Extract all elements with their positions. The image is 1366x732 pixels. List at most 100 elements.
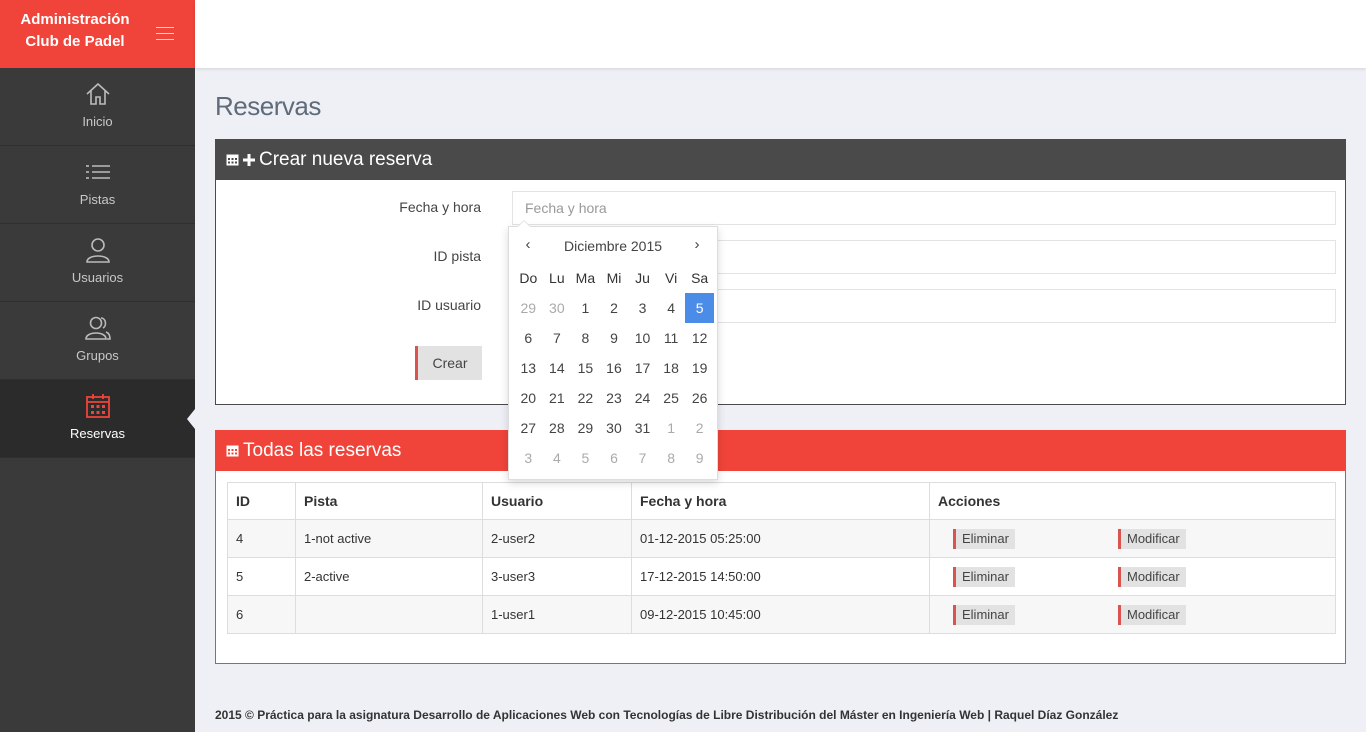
prev-month-button[interactable]: ‹ bbox=[516, 236, 540, 253]
reservations-list-panel: Todas las reservas ID Pista Usuario Fech… bbox=[215, 430, 1346, 664]
day-cell[interactable]: 29 bbox=[571, 413, 600, 443]
day-cell[interactable]: 13 bbox=[514, 353, 543, 383]
day-cell[interactable]: 11 bbox=[657, 323, 686, 353]
sidebar-item-usuarios[interactable]: Usuarios bbox=[0, 224, 195, 302]
sidebar-item-pistas[interactable]: Pistas bbox=[0, 146, 195, 224]
day-cell[interactable]: 28 bbox=[543, 413, 572, 443]
day-cell-other-month[interactable]: 2 bbox=[685, 413, 714, 443]
day-cell[interactable]: 18 bbox=[657, 353, 686, 383]
usuario-label: ID usuario bbox=[417, 297, 481, 313]
week-row: 3456789 bbox=[514, 443, 714, 473]
footer-text: 2015 © Práctica para la asignatura Desar… bbox=[215, 708, 1119, 722]
calendar-icon bbox=[226, 154, 239, 166]
day-cell-other-month[interactable]: 9 bbox=[685, 443, 714, 473]
datepicker-month[interactable]: Diciembre 2015 bbox=[539, 238, 687, 254]
day-cell[interactable]: 3 bbox=[628, 293, 657, 323]
cell-id: 5 bbox=[227, 557, 296, 596]
day-cell[interactable]: 7 bbox=[543, 323, 572, 353]
cell-usuario: 2-user2 bbox=[482, 519, 632, 558]
day-cell[interactable]: 19 bbox=[685, 353, 714, 383]
day-cell-other-month[interactable]: 3 bbox=[514, 443, 543, 473]
day-cell-other-month[interactable]: 4 bbox=[543, 443, 572, 473]
day-cell[interactable]: 12 bbox=[685, 323, 714, 353]
day-cell[interactable]: 8 bbox=[571, 323, 600, 353]
day-cell[interactable]: 25 bbox=[657, 383, 686, 413]
day-cell[interactable]: 16 bbox=[600, 353, 629, 383]
week-row: 27 28 29 30 31 1 2 bbox=[514, 413, 714, 443]
day-cell[interactable]: 15 bbox=[571, 353, 600, 383]
cell-id: 4 bbox=[227, 519, 296, 558]
weekday-row: Do Lu Ma Mi Ju Vi Sa bbox=[514, 263, 714, 293]
column-header: Usuario bbox=[482, 482, 632, 520]
next-month-button[interactable]: › bbox=[685, 236, 709, 253]
edit-button[interactable]: Modificar bbox=[1118, 528, 1186, 549]
day-cell-other-month[interactable]: 8 bbox=[657, 443, 686, 473]
edit-button[interactable]: Modificar bbox=[1118, 604, 1186, 625]
day-cell-other-month[interactable]: 6 bbox=[600, 443, 629, 473]
day-cell-selected[interactable]: 5 bbox=[685, 293, 714, 323]
day-cell[interactable]: 21 bbox=[543, 383, 572, 413]
users-icon bbox=[85, 316, 111, 340]
day-cell[interactable]: 24 bbox=[628, 383, 657, 413]
day-cell-other-month[interactable]: 5 bbox=[571, 443, 600, 473]
top-bar bbox=[195, 0, 1366, 68]
week-row: 29 30 1 2 3 4 5 bbox=[514, 293, 714, 323]
day-cell[interactable]: 2 bbox=[600, 293, 629, 323]
panel-header: Todas las reservas bbox=[216, 431, 1345, 471]
table-row: 4 1-not active 2-user2 01-12-2015 05:25:… bbox=[227, 519, 1336, 558]
day-cell[interactable]: 17 bbox=[628, 353, 657, 383]
day-cell-other-month[interactable]: 7 bbox=[628, 443, 657, 473]
menu-toggle-icon[interactable] bbox=[156, 27, 174, 41]
list-icon bbox=[86, 165, 110, 179]
day-cell[interactable]: 30 bbox=[600, 413, 629, 443]
sidebar: Inicio Pistas Usuarios Grupos Reservas bbox=[0, 68, 195, 732]
edit-button[interactable]: Modificar bbox=[1118, 566, 1186, 587]
sidebar-item-label: Pistas bbox=[79, 192, 116, 207]
day-cell[interactable]: 23 bbox=[600, 383, 629, 413]
form-row-pista: ID pista bbox=[216, 240, 1345, 274]
weekday-label: Lu bbox=[549, 270, 565, 286]
day-cell[interactable]: 4 bbox=[657, 293, 686, 323]
weekday-label: Ma bbox=[575, 270, 596, 286]
day-cell-other-month[interactable]: 30 bbox=[543, 293, 572, 323]
day-cell[interactable]: 20 bbox=[514, 383, 543, 413]
day-cell[interactable]: 22 bbox=[571, 383, 600, 413]
column-header: Acciones bbox=[929, 482, 1336, 520]
week-row: 20 21 22 23 24 25 26 bbox=[514, 383, 714, 413]
day-cell[interactable]: 26 bbox=[685, 383, 714, 413]
day-cell[interactable]: 6 bbox=[514, 323, 543, 353]
brand-header: Administración Club de Padel bbox=[0, 0, 195, 68]
cell-actions: Eliminar Modificar bbox=[929, 519, 1336, 558]
day-cell[interactable]: 27 bbox=[514, 413, 543, 443]
app-title[interactable]: Administración Club de Padel bbox=[0, 9, 150, 53]
day-cell[interactable]: 31 bbox=[628, 413, 657, 443]
sidebar-item-grupos[interactable]: Grupos bbox=[0, 302, 195, 380]
fecha-input[interactable] bbox=[512, 191, 1336, 225]
datepicker-header: ‹ Diciembre 2015 › bbox=[509, 227, 717, 263]
datepicker-popup: ‹ Diciembre 2015 › Do Lu Ma Mi Ju Vi Sa … bbox=[508, 220, 718, 480]
day-cell-other-month[interactable]: 29 bbox=[514, 293, 543, 323]
delete-button[interactable]: Eliminar bbox=[953, 566, 1015, 587]
cell-actions: Eliminar Modificar bbox=[929, 595, 1336, 634]
day-cell[interactable]: 14 bbox=[543, 353, 572, 383]
day-cell[interactable]: 9 bbox=[600, 323, 629, 353]
delete-button[interactable]: Eliminar bbox=[953, 604, 1015, 625]
sidebar-item-label: Inicio bbox=[82, 114, 113, 129]
sidebar-item-reservas[interactable]: Reservas bbox=[0, 380, 195, 458]
panel-header: Crear nueva reserva bbox=[216, 140, 1345, 180]
day-cell[interactable]: 1 bbox=[571, 293, 600, 323]
delete-button[interactable]: Eliminar bbox=[953, 528, 1015, 549]
cell-fecha: 01-12-2015 05:25:00 bbox=[631, 519, 930, 558]
create-button[interactable]: Crear bbox=[415, 346, 482, 380]
fecha-label: Fecha y hora bbox=[399, 199, 481, 215]
day-cell-other-month[interactable]: 1 bbox=[657, 413, 686, 443]
day-cell[interactable]: 10 bbox=[628, 323, 657, 353]
home-icon bbox=[86, 82, 110, 105]
cell-fecha: 17-12-2015 14:50:00 bbox=[631, 557, 930, 596]
cell-usuario: 1-user1 bbox=[482, 595, 632, 634]
sidebar-item-inicio[interactable]: Inicio bbox=[0, 68, 195, 146]
column-header: Pista bbox=[295, 482, 483, 520]
sidebar-item-label: Usuarios bbox=[71, 270, 124, 285]
week-row: 6 7 8 9 10 11 12 bbox=[514, 323, 714, 353]
weekday-label: Sa bbox=[691, 270, 709, 286]
